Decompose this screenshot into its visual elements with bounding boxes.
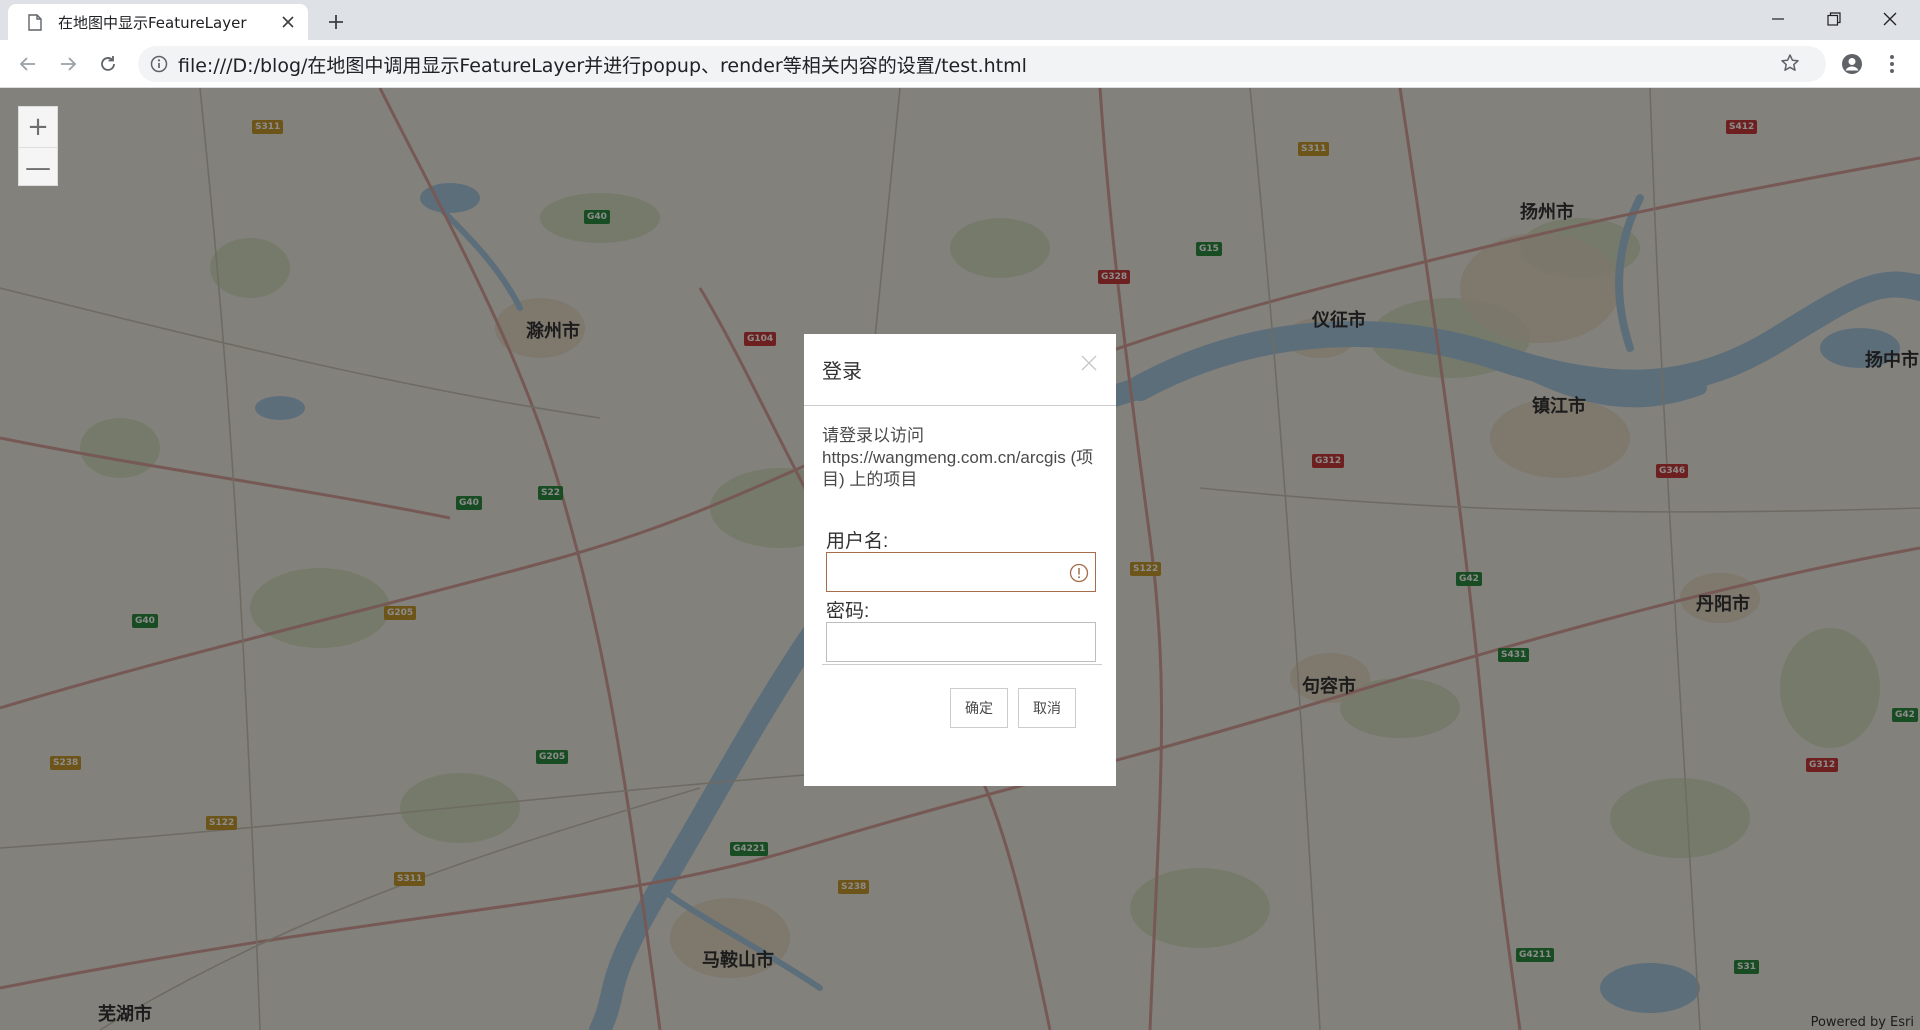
arrow-left-icon (19, 57, 35, 71)
close-icon (1883, 12, 1897, 26)
browser-tab[interactable]: 在地图中显示FeatureLayer (8, 4, 308, 40)
browser-toolbar: file:///D:/blog/在地图中调用显示FeatureLayer并进行p… (0, 40, 1920, 88)
browser-tab-strip: 在地图中显示FeatureLayer (0, 0, 1920, 40)
document-icon (28, 13, 42, 31)
cancel-button[interactable]: 取消 (1018, 688, 1076, 728)
login-dialog: 登录 请登录以访问 https://wangmeng.com.cn/arcgis… (804, 334, 1116, 786)
reload-icon (101, 56, 115, 71)
tab-title: 在地图中显示FeatureLayer (58, 13, 247, 32)
zoom-out-button[interactable]: — (19, 147, 57, 187)
password-input[interactable] (827, 623, 1095, 661)
username-input[interactable] (827, 553, 1095, 591)
login-message: 请登录以访问 https://wangmeng.com.cn/arcgis (项… (822, 426, 1094, 489)
username-label: 用户名: (826, 531, 889, 552)
forward-button[interactable] (52, 48, 84, 80)
warning-icon (1069, 563, 1089, 583)
arrow-right-icon (61, 57, 77, 71)
minimize-button[interactable] (1750, 0, 1806, 38)
ok-button[interactable]: 确定 (950, 688, 1008, 728)
star-icon[interactable] (1780, 53, 1800, 77)
reload-button[interactable] (92, 48, 124, 80)
info-icon[interactable] (150, 55, 168, 73)
restore-button[interactable] (1806, 0, 1862, 38)
profile-button[interactable] (1836, 48, 1868, 80)
restore-icon (1827, 12, 1841, 26)
menu-button[interactable] (1876, 48, 1908, 80)
kebab-menu-icon (1890, 55, 1894, 73)
plus-icon (329, 15, 343, 29)
zoom-in-button[interactable]: + (19, 107, 57, 147)
url-text: file:///D:/blog/在地图中调用显示FeatureLayer并进行p… (178, 54, 1027, 77)
username-field[interactable] (826, 552, 1096, 592)
dialog-header: 登录 (804, 334, 1116, 406)
account-icon (1842, 54, 1862, 74)
minimize-icon (1772, 18, 1784, 20)
password-field[interactable] (826, 622, 1096, 662)
back-button[interactable] (12, 48, 44, 80)
close-icon[interactable] (276, 10, 300, 34)
password-label: 密码: (826, 601, 870, 622)
new-tab-button[interactable] (322, 8, 350, 36)
close-icon[interactable] (1080, 354, 1098, 372)
dialog-title: 登录 (822, 361, 862, 383)
window-close-button[interactable] (1862, 0, 1918, 38)
dialog-divider (822, 664, 1102, 665)
zoom-control: + — (18, 106, 58, 186)
address-bar[interactable]: file:///D:/blog/在地图中调用显示FeatureLayer并进行p… (138, 46, 1826, 82)
